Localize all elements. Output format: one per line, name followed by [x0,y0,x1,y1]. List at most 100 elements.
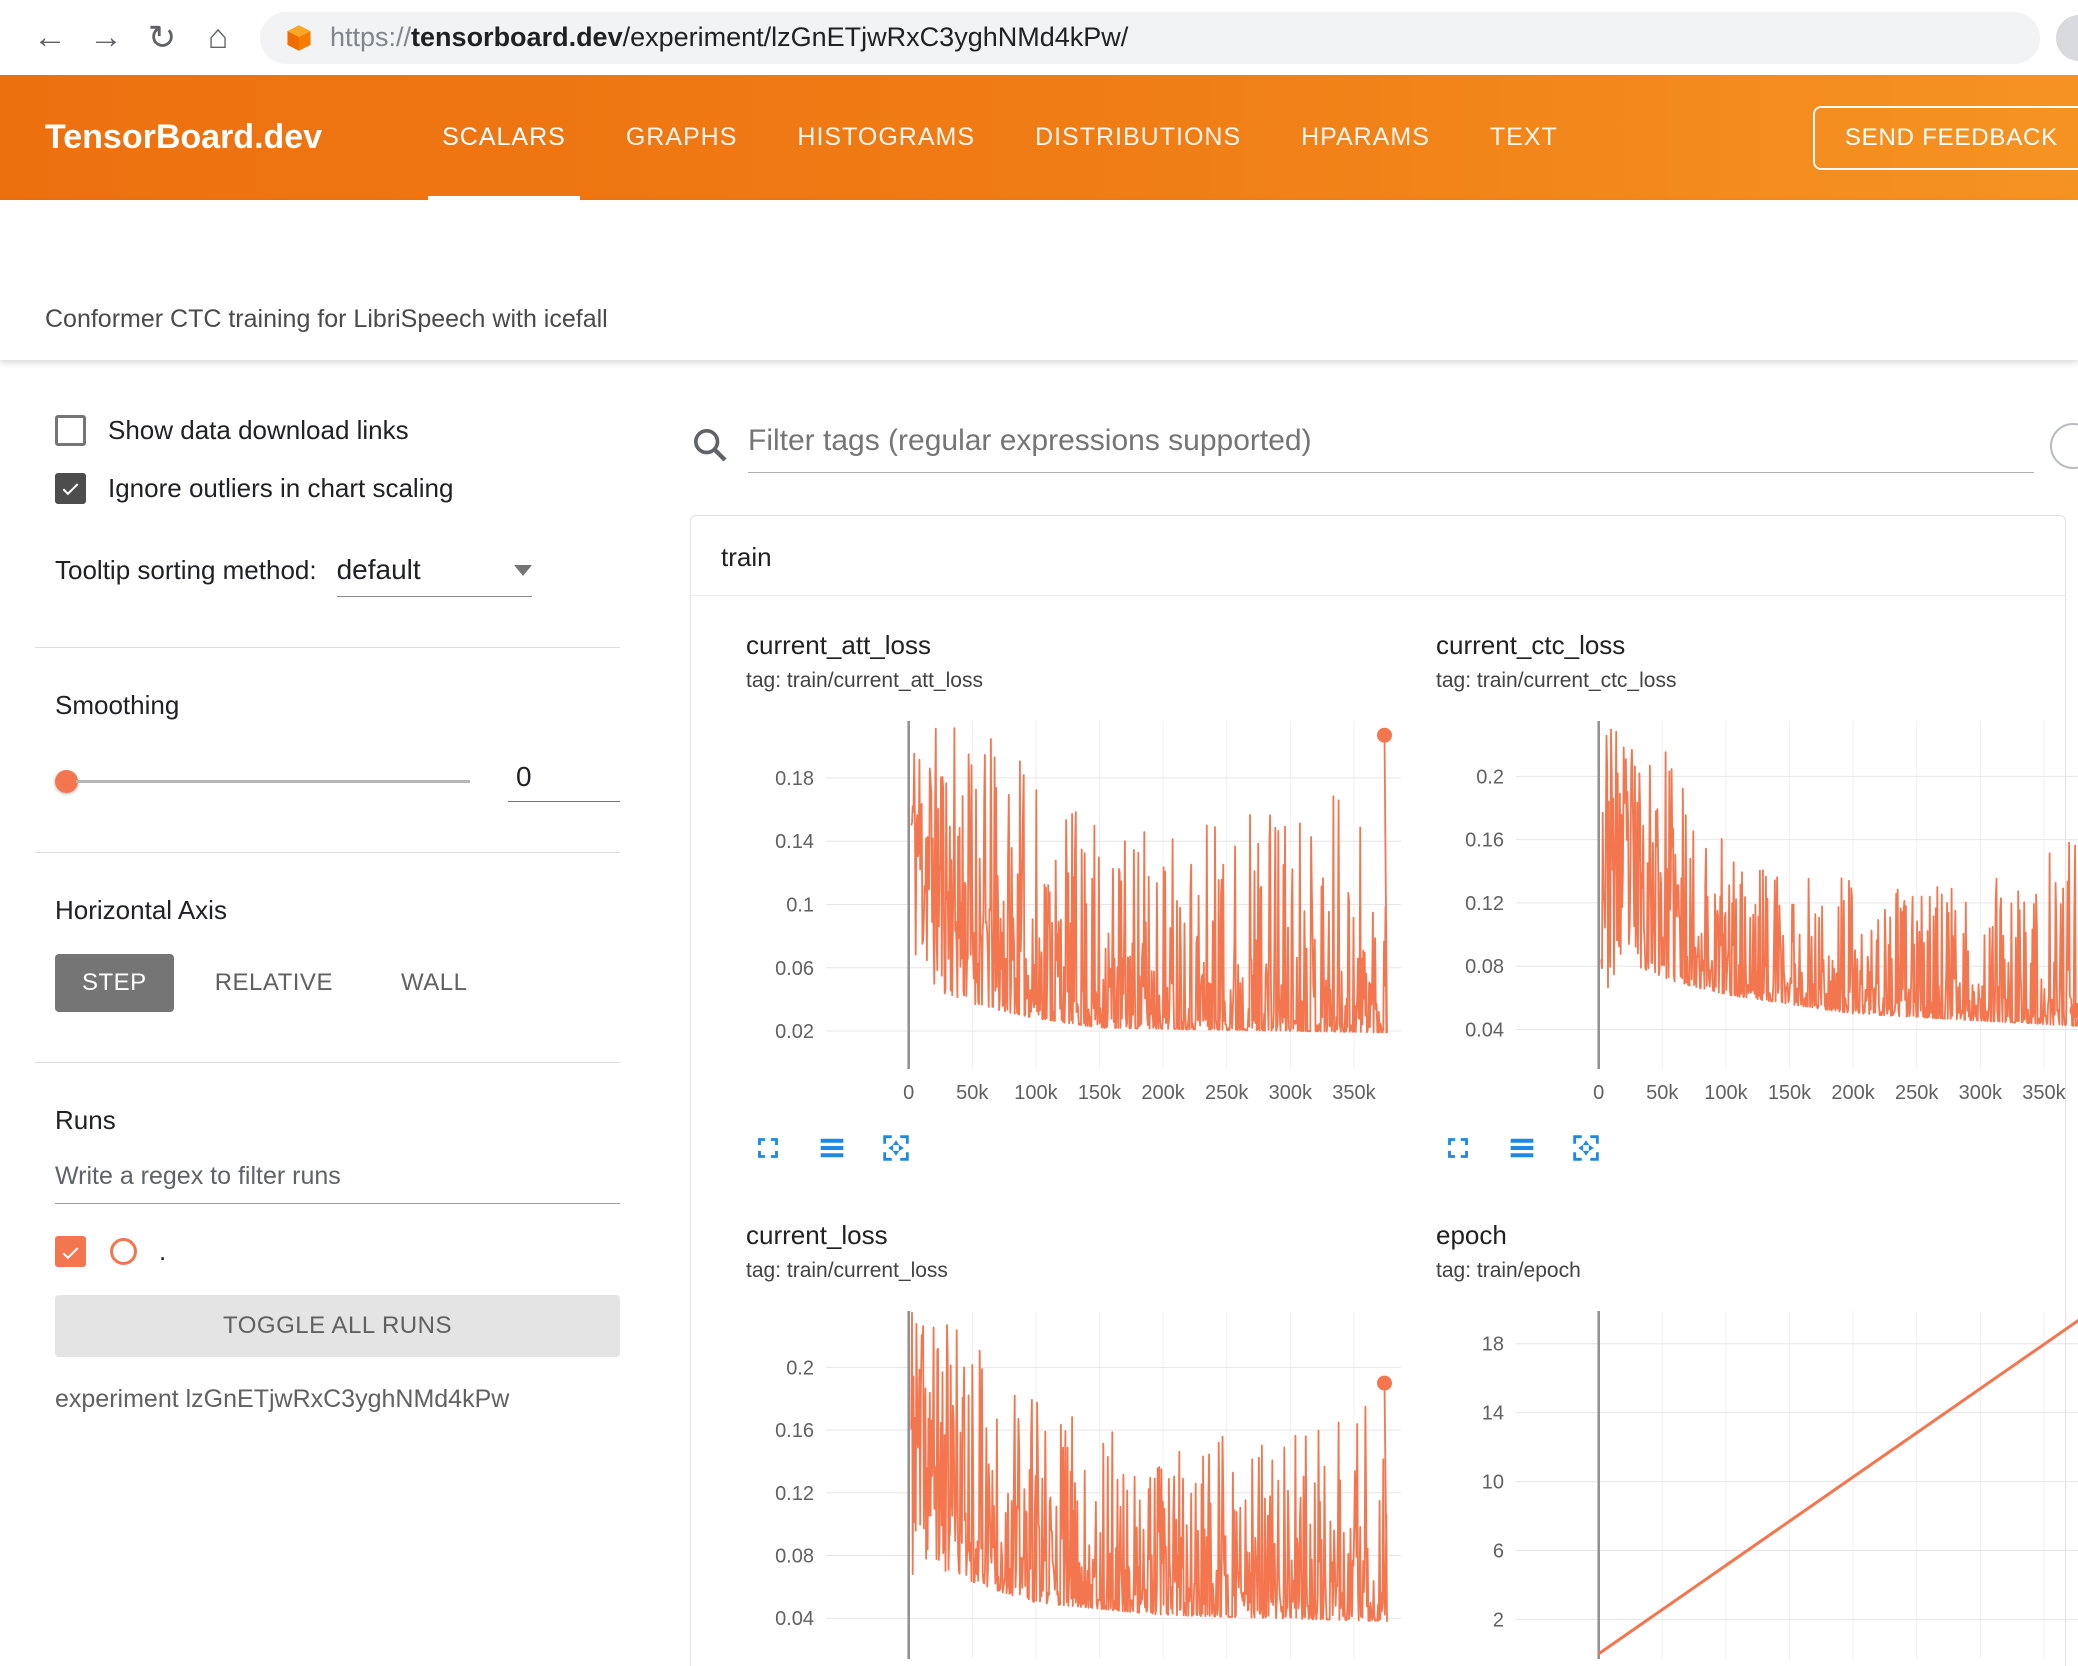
axis-step-button[interactable]: STEP [55,954,174,1012]
experiment-title: Conformer CTC training for LibriSpeech w… [45,305,608,333]
chart-plot[interactable]: 050k100k150k200k250k300k350k0.040.080.12… [1436,717,2078,1114]
smoothing-slider-track[interactable] [76,780,470,783]
svg-text:200k: 200k [1831,1082,1875,1104]
chart-tag: tag: train/current_ctc_loss [1436,669,1677,692]
back-icon[interactable]: ← [22,10,78,66]
svg-text:14: 14 [1482,1403,1504,1425]
svg-text:0: 0 [903,1082,914,1104]
runs-filter-input[interactable] [55,1142,620,1204]
horizontal-lines-icon[interactable] [1504,1130,1540,1166]
svg-text:0.08: 0.08 [1465,956,1504,978]
sidebar-divider [35,647,620,648]
reload-icon[interactable]: ↻ [134,10,190,66]
refresh-button[interactable] [2050,423,2078,469]
chart-card-current_loss: current_loss tag: train/current_loss 050k1… [716,1186,1406,1666]
svg-text:250k: 250k [1205,1082,1249,1104]
chart-tag: tag: train/current_att_loss [746,669,983,692]
chart-tag: tag: train/current_loss [746,1259,948,1282]
svg-text:0.16: 0.16 [1465,830,1504,852]
chart-tag: tag: train/epoch [1436,1259,1581,1282]
tooltip-sorting-label: Tooltip sorting method: [55,555,317,585]
chart-title: current_loss [746,1220,888,1250]
tensorboard-page: ← → ↻ ⌂ https://tensorboard.dev/experime… [0,0,2078,1666]
sidebar-divider [35,1062,620,1063]
train-group-header[interactable]: train [691,516,2065,596]
svg-text:300k: 300k [1269,1082,1313,1104]
url-path: /experiment/lzGnETjwRxC3yghNMd4kPw/ [622,22,1129,52]
smoothing-slider-handle[interactable] [55,770,78,793]
tab-histograms[interactable]: HISTOGRAMS [767,75,1005,200]
tensorboard-favicon-icon [287,24,311,51]
svg-text:6: 6 [1493,1541,1504,1563]
horizontal-lines-icon[interactable] [814,1130,850,1166]
sidebar-divider [35,852,620,853]
horizontal-axis-toggle: STEP RELATIVE WALL [55,954,620,1012]
svg-text:18: 18 [1482,1334,1504,1356]
home-icon[interactable]: ⌂ [190,10,246,66]
chart-plot[interactable]: 050k100k150k200k250k300k350k26101418 [1436,1307,2078,1666]
tooltip-sorting-select[interactable]: default [336,554,532,597]
tensorboard-logo[interactable]: TensorBoard.dev [45,118,322,157]
filter-tags-input[interactable] [748,418,2034,473]
ignore-outliers-label: Ignore outliers in chart scaling [108,472,454,503]
scalars-main: train current_att_loss tag: train/current… [655,360,2078,1666]
tab-distributions[interactable]: DISTRIBUTIONS [1005,75,1271,200]
show-download-links-checkbox[interactable] [55,414,86,446]
profile-avatar[interactable] [2056,14,2078,61]
svg-text:0.12: 0.12 [775,1483,814,1505]
chart-plot[interactable]: 050k100k150k200k250k300k350k0.040.080.12… [746,1307,1406,1666]
svg-text:10: 10 [1482,1472,1504,1494]
experiment-id-label: experiment lzGnETjwRxC3yghNMd4kPw [55,1385,510,1413]
checkmark-icon [62,483,79,496]
svg-text:0.18: 0.18 [775,768,814,790]
chart-toolbar [1440,1130,2078,1166]
chart-card-current_ctc_loss: current_ctc_loss tag: train/current_ctc_l… [1406,596,2078,1172]
tab-graphs[interactable]: GRAPHS [596,75,768,200]
forward-icon[interactable]: → [78,10,134,66]
svg-text:200k: 200k [1141,1082,1185,1104]
settings-sidebar: Show data download links Ignore outliers… [0,360,655,1666]
run-checkbox[interactable] [55,1236,86,1267]
svg-text:0.12: 0.12 [1465,893,1504,915]
runs-label: Runs [55,1105,116,1135]
svg-text:0: 0 [1593,1082,1604,1104]
axis-relative-button[interactable]: RELATIVE [188,954,360,1012]
svg-text:100k: 100k [1014,1082,1058,1104]
fullscreen-icon[interactable] [1440,1130,1476,1166]
search-icon [694,429,727,462]
tab-text[interactable]: TEXT [1460,75,1588,200]
chart-plot[interactable]: 0 50k 100k 150k 200k 250k 300k 350k 0.02 0.06 0.1 0… [746,717,1406,1114]
ignore-outliers-checkbox[interactable] [55,472,86,504]
fullscreen-icon[interactable] [750,1130,786,1166]
nav-tabs: SCALARS GRAPHS HISTOGRAMS DISTRIBUTIONS … [412,75,1588,200]
axis-wall-button[interactable]: WALL [374,954,494,1012]
experiment-subtitle-bar: Conformer CTC training for LibriSpeech w… [0,200,2078,360]
url-domain: tensorboard.dev [411,22,623,52]
send-feedback-button[interactable]: SEND FEEDBACK [1812,105,2078,170]
run-name-label: . [159,1236,167,1266]
fit-domain-icon[interactable] [878,1130,914,1166]
browser-chrome: ← → ↻ ⌂ https://tensorboard.dev/experime… [0,0,2078,75]
svg-text:250k: 250k [1895,1082,1939,1104]
chart-title: current_ctc_loss [1436,630,1626,660]
smoothing-value-input[interactable]: 0 [508,761,620,802]
charts-grid: current_att_loss tag: train/current_att_l… [691,596,2078,1666]
svg-text:50k: 50k [1646,1082,1679,1104]
run-row: . [55,1236,620,1267]
svg-text:350k: 350k [2022,1082,2066,1104]
tooltip-sorting-value: default [336,554,421,585]
address-bar[interactable]: https://tensorboard.dev/experiment/lzGnE… [260,11,2040,64]
svg-text:0.2: 0.2 [786,1357,814,1379]
toggle-all-runs-button[interactable]: TOGGLE ALL RUNS [55,1295,620,1357]
tab-scalars[interactable]: SCALARS [412,75,596,200]
svg-text:150k: 150k [1078,1082,1122,1104]
svg-text:0.16: 0.16 [775,1420,814,1442]
svg-text:0.04: 0.04 [775,1608,814,1630]
svg-text:0.14: 0.14 [775,831,814,853]
svg-text:0.06: 0.06 [775,958,814,980]
app-header: TensorBoard.dev SCALARS GRAPHS HISTOGRAM… [0,75,2078,200]
fit-domain-icon[interactable] [1568,1130,1604,1166]
chevron-down-icon [513,564,532,576]
checkmark-icon [62,1246,79,1259]
tab-hparams[interactable]: HPARAMS [1271,75,1460,200]
